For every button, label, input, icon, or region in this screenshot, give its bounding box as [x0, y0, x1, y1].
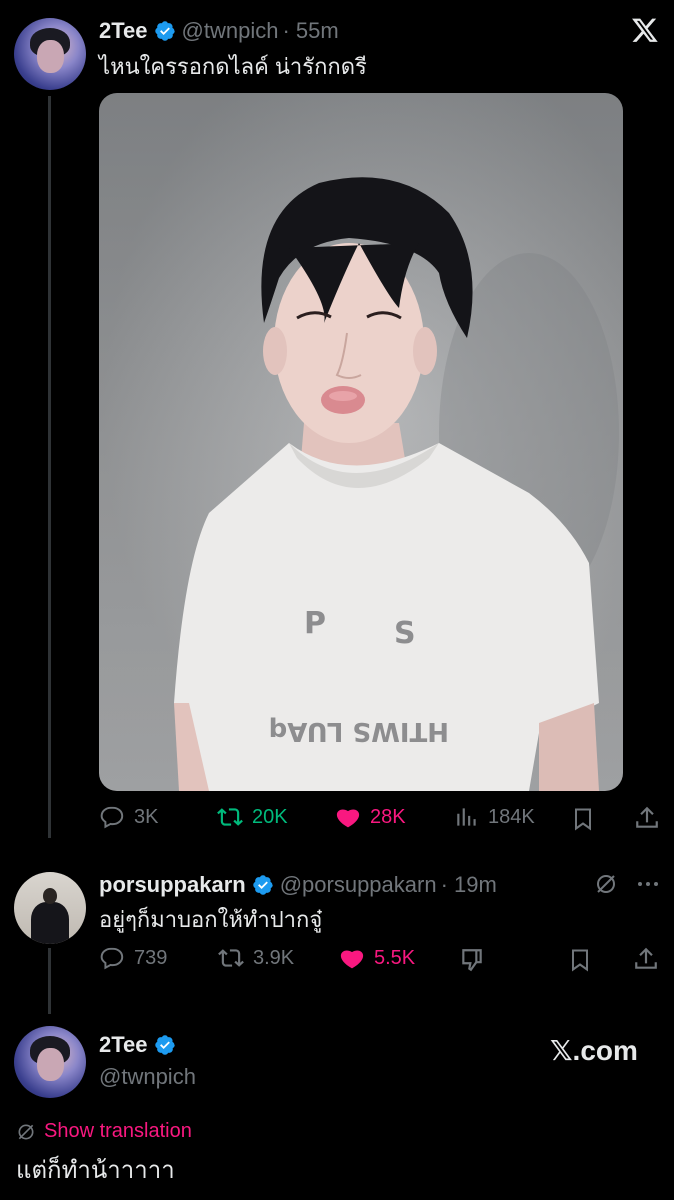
views-button[interactable]: 184K: [454, 804, 535, 830]
svg-text:HTIWS LUAq: HTIWS LUAq: [269, 716, 449, 746]
verified-badge-icon: [252, 874, 274, 896]
tweet-media-image[interactable]: P S HTIWS LUAq: [99, 93, 623, 791]
downvote-icon[interactable]: [459, 947, 485, 973]
footer-author-handle[interactable]: @twnpich: [99, 1064, 196, 1090]
retweet-icon: [218, 949, 244, 967]
x-com-brand: 𝕏.com: [550, 1035, 638, 1066]
reply-header: porsuppakarn @porsuppakarn · 19m: [99, 870, 497, 900]
grok-icon[interactable]: [594, 872, 618, 896]
thread-line-top: [48, 96, 51, 838]
views-count: 184K: [488, 805, 535, 828]
tweet-time[interactable]: · 55m: [282, 18, 338, 44]
share-icon[interactable]: [634, 804, 660, 832]
footer-author-name[interactable]: 2Tee: [99, 1032, 148, 1058]
footer-author-avatar[interactable]: [14, 1026, 86, 1098]
reply-reply-count: 739: [134, 946, 168, 969]
reply-like-count: 5.5K: [374, 946, 416, 969]
reply-retweet-count: 3.9K: [253, 946, 295, 969]
verified-badge-icon: [154, 1034, 176, 1056]
reply-button[interactable]: 3K: [100, 804, 158, 830]
retweet-icon: [217, 808, 243, 826]
footer-tweet-text: แต่ก็ทำน้าาาาา: [16, 1157, 175, 1184]
reply-count: 3K: [134, 805, 159, 828]
heart-icon: [340, 950, 364, 969]
reply-time[interactable]: · 19m: [441, 872, 497, 898]
reply-author-avatar[interactable]: [14, 872, 86, 944]
reply-author-name[interactable]: porsuppakarn: [99, 872, 246, 898]
more-icon[interactable]: [636, 872, 660, 896]
verified-badge-icon: [154, 20, 176, 42]
tweet-text: ไหนใครรอกดไลค์ น่ารักกดรี: [99, 54, 367, 79]
svg-text:P: P: [304, 606, 326, 641]
heart-icon: [336, 809, 360, 828]
reply-share-icon[interactable]: [633, 945, 659, 973]
thread-line-middle: [48, 948, 51, 1014]
author-name[interactable]: 2Tee: [99, 18, 148, 44]
reply-reply-button[interactable]: 739: [100, 945, 167, 971]
show-translation-label[interactable]: Show translation: [44, 1120, 192, 1143]
tweet-header: 2Tee @twnpich · 55m: [99, 16, 339, 46]
like-count: 28K: [370, 805, 406, 828]
x-logo-close-icon[interactable]: [630, 16, 660, 44]
reply-bookmark-icon[interactable]: [568, 947, 592, 973]
reply-text: อยู่ๆก็มาบอกให้ทำปากจู๋: [99, 907, 323, 932]
translate-icon: [18, 1124, 34, 1139]
retweet-count: 20K: [252, 805, 288, 828]
reply-icon: [100, 947, 124, 970]
views-icon: [457, 808, 476, 826]
footer-author-row: 2Tee: [99, 1032, 176, 1058]
reply-icon: [100, 806, 124, 829]
retweet-button[interactable]: 20K: [216, 804, 288, 830]
reply-retweet-button[interactable]: 3.9K: [217, 945, 294, 971]
svg-text:S: S: [394, 616, 416, 651]
bookmark-icon[interactable]: [571, 806, 595, 832]
like-button[interactable]: 28K: [334, 804, 406, 830]
author-handle[interactable]: @twnpich: [182, 18, 279, 44]
show-translation-link[interactable]: Show translation: [16, 1120, 192, 1143]
author-avatar[interactable]: [14, 18, 86, 90]
reply-like-button[interactable]: 5.5K: [338, 945, 415, 971]
reply-author-handle[interactable]: @porsuppakarn: [280, 872, 437, 898]
